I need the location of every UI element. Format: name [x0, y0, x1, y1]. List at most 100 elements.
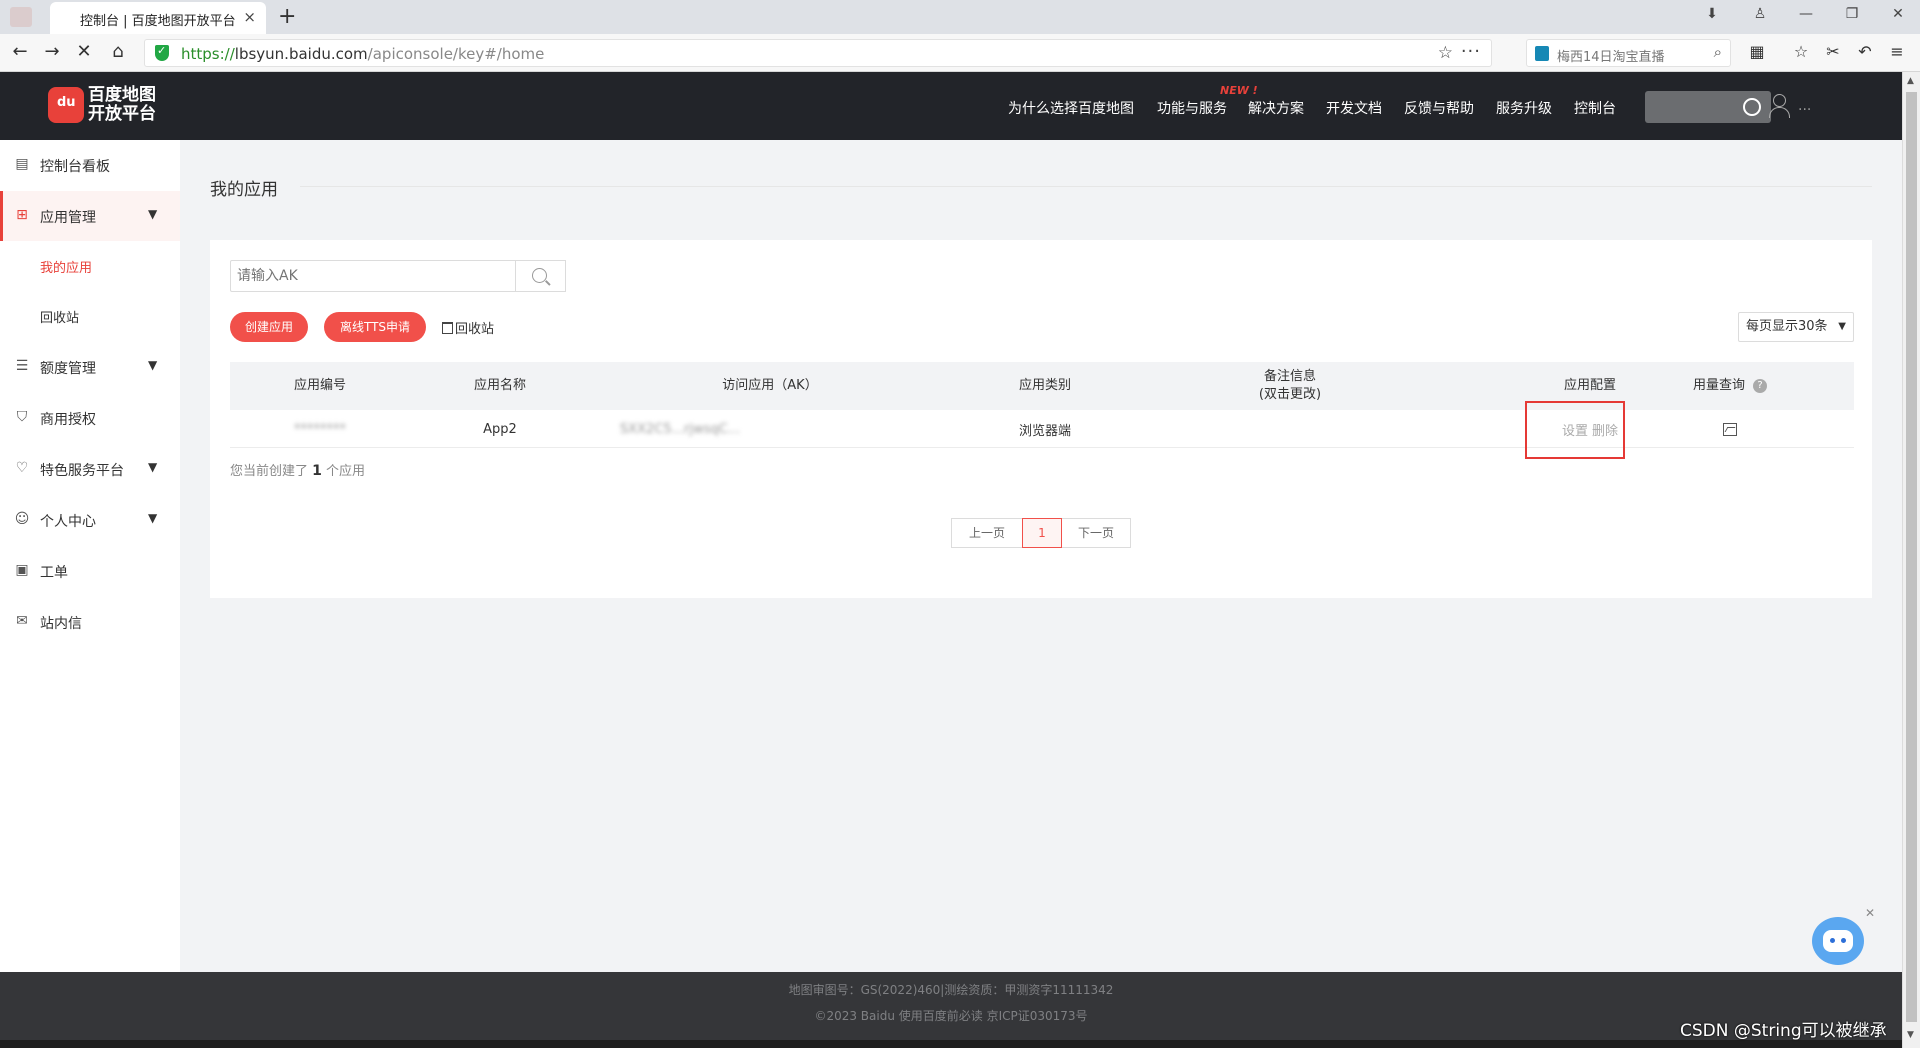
recycle-bin-link[interactable]: 回收站 — [442, 318, 494, 337]
url-host: lbsyun.baidu.com — [234, 45, 368, 63]
cell-ak[interactable]: SXX2C5...rjwsqC... — [590, 410, 770, 448]
shirt-icon[interactable]: ♙ — [1748, 6, 1772, 22]
sidebar-item-label: 控制台看板 — [40, 159, 110, 175]
browser-search-box[interactable]: 梅西14日淘宝直播 ⌕ — [1526, 39, 1731, 67]
cell-app-name: App2 — [483, 421, 517, 437]
cell-note[interactable] — [1190, 410, 1390, 448]
nav-docs[interactable]: 开发文档 — [1326, 98, 1382, 118]
sidebar-item-dashboard[interactable]: ▤ 控制台看板 — [0, 140, 180, 190]
scroll-up-icon[interactable]: ▲ — [1907, 76, 1914, 86]
per-page-select[interactable]: 每页显示30条 ▼ — [1738, 312, 1854, 342]
close-window-icon[interactable]: ✕ — [1886, 6, 1910, 22]
forward-icon[interactable]: → — [40, 41, 64, 62]
cell-category: 浏览器端 — [1018, 423, 1071, 439]
browser-tab[interactable]: 控制台 | 百度地图开放平台 × — [50, 2, 266, 34]
secure-shield-icon — [155, 44, 169, 61]
sliders-icon: ☰ — [15, 358, 29, 374]
new-tab-button[interactable]: + — [278, 4, 296, 29]
reload-icon[interactable]: ✕ — [72, 41, 96, 62]
sidebar-sub-my-apps[interactable]: 我的应用 — [40, 257, 92, 276]
per-page-value: 每页显示30条 — [1746, 319, 1828, 334]
offline-tts-button[interactable]: 离线TTS申请 — [324, 312, 426, 342]
ak-search-input[interactable] — [230, 260, 516, 292]
url-text[interactable]: https://lbsyun.baidu.com/apiconsole/key#… — [181, 45, 544, 63]
scroll-thumb[interactable] — [1906, 92, 1917, 1022]
tab-close-icon[interactable]: × — [243, 8, 256, 26]
col-app-id: 应用编号 — [293, 378, 346, 393]
home-icon[interactable]: ⌂ — [106, 41, 130, 62]
ak-search-button[interactable] — [516, 260, 566, 292]
sidebar-sub-recycle-bin[interactable]: 回收站 — [40, 307, 79, 326]
sidebar-item-personal-center[interactable]: ☺ 个人中心 ▼ — [0, 495, 180, 545]
nav-console[interactable]: 控制台 — [1574, 98, 1616, 118]
bookmark-star-icon[interactable]: ☆ — [1438, 43, 1453, 63]
sidebar-item-messages[interactable]: ✉ 站内信 — [0, 597, 180, 647]
sidebar-item-ticket[interactable]: ▣ 工单 — [0, 546, 180, 596]
page-scrollbar[interactable]: ▲ ▼ — [1902, 72, 1920, 1048]
nav-feedback[interactable]: 反馈与帮助 — [1404, 98, 1474, 118]
address-bar[interactable]: https://lbsyun.baidu.com/apiconsole/key#… — [144, 39, 1492, 67]
user-name[interactable]: ... — [1798, 98, 1811, 114]
nav-solutions[interactable]: 解决方案 — [1248, 98, 1304, 118]
cell-app-id: ******** — [294, 421, 346, 437]
url-scheme: https:// — [181, 45, 235, 63]
create-app-button[interactable]: 创建应用 — [230, 312, 308, 342]
sidebar-item-label: 特色服务平台 — [40, 463, 124, 479]
site-logo-text[interactable]: 百度地图 开放平台 — [88, 86, 160, 124]
browser-search-text: 梅西14日淘宝直播 — [1557, 50, 1665, 65]
user-avatar-icon[interactable] — [1768, 94, 1790, 118]
site-search-button[interactable] — [1645, 91, 1771, 123]
logo-line-2: 开放平台 — [88, 104, 156, 124]
url-path: /apiconsole/key#/home — [367, 45, 545, 63]
download-icon[interactable]: ⬇ — [1700, 6, 1724, 22]
prev-page-button[interactable]: 上一页 — [951, 518, 1023, 548]
sidebar-item-label: 额度管理 — [40, 361, 96, 377]
col-ak: 访问应用（AK） — [722, 378, 818, 393]
col-note: 备注信息 (双击更改) — [1190, 362, 1390, 410]
usage-chart-icon[interactable] — [1723, 422, 1737, 436]
page-1-button[interactable]: 1 — [1022, 518, 1062, 548]
back-icon[interactable]: ← — [8, 41, 32, 62]
close-assistant-icon[interactable]: ✕ — [1865, 906, 1875, 920]
col-app-name: 应用名称 — [473, 378, 526, 393]
cell-usage — [1650, 410, 1810, 448]
restore-icon[interactable]: ❐ — [1840, 6, 1864, 22]
next-page-button[interactable]: 下一页 — [1061, 518, 1131, 548]
sidebar-item-app-management[interactable]: ⊞ 应用管理 ▼ — [0, 191, 180, 241]
nav-why-baidu-map[interactable]: 为什么选择百度地图 — [1008, 98, 1134, 118]
apps-grid-icon[interactable]: ▦ — [1746, 42, 1768, 61]
screenshot-scissors-icon[interactable]: ✂ — [1822, 42, 1844, 61]
tab-title: 控制台 | 百度地图开放平台 — [80, 14, 236, 29]
more-icon[interactable]: ··· — [1461, 41, 1481, 62]
profile-avatar-icon[interactable] — [10, 7, 32, 27]
browser-tabstrip: 控制台 | 百度地图开放平台 × + ⬇ ♙ — ❐ ✕ — [0, 0, 1920, 34]
favorites-list-icon[interactable]: ☆ — [1790, 42, 1812, 61]
assistant-robot-icon[interactable] — [1812, 917, 1864, 965]
sidebar-item-featured-services[interactable]: ♡ 特色服务平台 ▼ — [0, 444, 180, 494]
nav-features[interactable]: 功能与服务 — [1157, 98, 1227, 118]
nav-upgrade[interactable]: 服务升级 — [1496, 98, 1552, 118]
scroll-down-icon[interactable]: ▼ — [1907, 1030, 1914, 1040]
page-title: 我的应用 — [210, 180, 278, 200]
bing-icon — [1535, 46, 1549, 61]
chevron-down-icon: ▼ — [148, 358, 158, 372]
title-divider — [300, 186, 1872, 187]
menu-icon[interactable]: ≡ — [1886, 42, 1908, 61]
col-usage: 用量查询 ? — [1650, 362, 1810, 410]
trash-icon — [442, 322, 453, 334]
help-icon[interactable]: ? — [1753, 379, 1767, 393]
sidebar-item-quota[interactable]: ☰ 额度管理 ▼ — [0, 342, 180, 392]
sidebar-item-license[interactable]: ⛉ 商用授权 — [0, 393, 180, 443]
sidebar-item-label: 应用管理 — [40, 210, 96, 226]
col-category: 应用类别 — [1018, 378, 1071, 393]
recycle-bin-label: 回收站 — [455, 322, 495, 337]
undo-icon[interactable]: ↶ — [1854, 42, 1876, 61]
search-icon[interactable]: ⌕ — [1714, 43, 1722, 61]
summary-count: 1 — [312, 463, 322, 479]
minimize-icon[interactable]: — — [1794, 6, 1818, 22]
dashboard-icon: ▤ — [15, 156, 29, 172]
os-taskbar — [0, 1040, 1902, 1048]
baidu-map-logo-icon[interactable] — [48, 87, 84, 123]
sidebar-item-label: 商用授权 — [40, 412, 96, 428]
chevron-down-icon: ▼ — [148, 207, 158, 221]
